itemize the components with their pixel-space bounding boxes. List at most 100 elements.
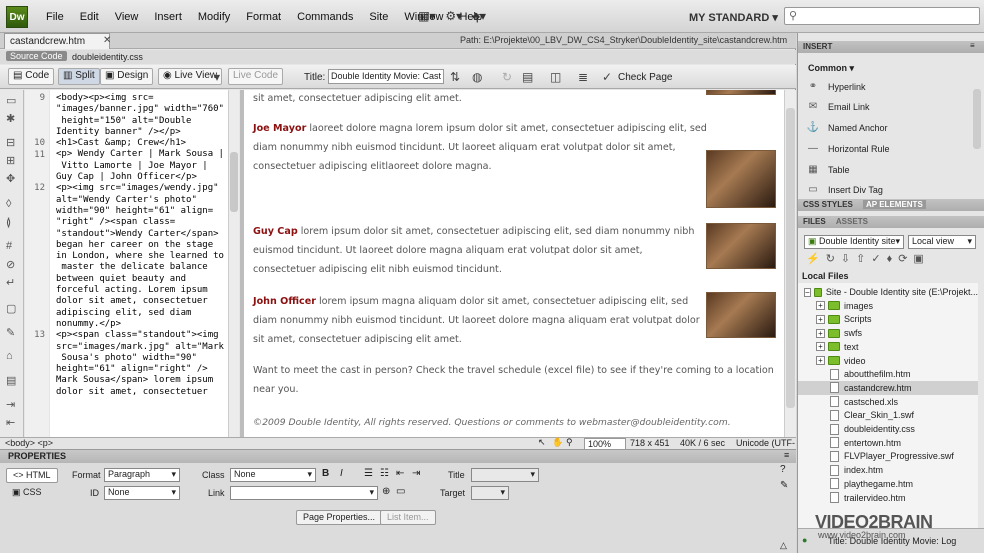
tree-file[interactable]: aboutthefilm.htm xyxy=(798,367,978,381)
code-line[interactable]: Identity banner" /></p> xyxy=(56,127,228,138)
collapse-icon[interactable]: − xyxy=(804,287,811,297)
class-select[interactable]: None xyxy=(230,468,316,482)
expand-icon[interactable]: + xyxy=(816,342,825,352)
outdent-icon[interactable]: ⇤ xyxy=(396,468,404,479)
insert-named-anchor[interactable]: ⚓ Named Anchor xyxy=(806,122,888,134)
indent-icon[interactable]: ⇥ xyxy=(412,468,420,479)
hand-tool-icon[interactable]: ✋ xyxy=(552,437,563,448)
code-line[interactable]: "standout">Wendy Carter</span> xyxy=(56,229,228,240)
code-line[interactable]: Guy Cap | John Officer</p> xyxy=(56,172,228,183)
line-numbers-icon[interactable]: # xyxy=(6,240,12,252)
design-scrollbar-thumb[interactable] xyxy=(786,108,795,408)
code-line[interactable]: dolor sit amet, consectetuer xyxy=(56,296,228,307)
code-line[interactable]: Mark Sousa</span> lorem ipsum xyxy=(56,375,228,386)
collapse-selection-icon[interactable]: ⊞ xyxy=(6,154,15,167)
insert-email-link[interactable]: ✉ Email Link xyxy=(806,101,870,113)
code-line[interactable]: <p><span class="standout"><img xyxy=(56,330,228,341)
tag-selector[interactable]: <body> <p> xyxy=(5,438,53,448)
code-line[interactable]: between quiet beauty and xyxy=(56,274,228,285)
tab-ap-elements[interactable]: AP ELEMENTS xyxy=(863,200,926,209)
code-line[interactable]: alt="Wendy Carter's photo" xyxy=(56,195,228,206)
format-source-icon[interactable]: ⇤ xyxy=(6,416,15,429)
expand-all-icon[interactable]: ✥ xyxy=(6,172,15,185)
code-line[interactable]: <body><p><img src= xyxy=(56,93,228,104)
code-line[interactable]: master the delicate balance xyxy=(56,262,228,273)
code-line[interactable]: in London, where she learned to xyxy=(56,251,228,262)
panel-menu-icon[interactable]: ≡ xyxy=(970,41,975,50)
remove-comment-icon[interactable]: ✎ xyxy=(6,326,15,339)
list-item-button[interactable]: List Item... xyxy=(380,510,436,525)
tab-assets[interactable]: ASSETS xyxy=(836,217,868,226)
menu-view[interactable]: View xyxy=(107,11,147,23)
insert-scrollbar[interactable] xyxy=(973,89,981,149)
expand-icon[interactable]: + xyxy=(816,314,825,324)
target-select[interactable] xyxy=(471,486,509,500)
code-line[interactable]: src="images/mark.jpg" alt="Mark xyxy=(56,342,228,353)
tab-css-styles[interactable]: CSS STYLES xyxy=(803,200,853,209)
properties-header[interactable]: PROPERTIES xyxy=(0,450,796,463)
menu-format[interactable]: Format xyxy=(238,11,289,23)
check-in-icon[interactable]: ♦ xyxy=(887,253,899,265)
tab-files[interactable]: FILES xyxy=(803,217,826,226)
insert-category-select[interactable]: Common ▾ xyxy=(808,63,854,74)
design-view[interactable]: sit amet, consectetuer adipiscing elit a… xyxy=(244,90,784,437)
site-select[interactable]: ▣ Double Identity site xyxy=(804,235,904,249)
browse-folder-icon[interactable]: ▭ xyxy=(396,486,405,497)
code-line[interactable]: "right" /><span class= xyxy=(56,217,228,228)
related-file-link[interactable]: doubleidentity.css xyxy=(72,52,143,62)
insert-hyperlink[interactable]: ⚭ Hyperlink xyxy=(806,81,866,93)
wrap-tag-icon[interactable]: ⌂ xyxy=(6,350,13,362)
tree-file[interactable]: index.htm xyxy=(798,463,978,477)
tab-castandcrew[interactable]: castandcrew.htm ✕ xyxy=(4,33,111,49)
code-line[interactable]: dolor sit amet, consectetuer xyxy=(56,387,228,398)
layout-icon[interactable]: ▦▾ xyxy=(418,9,435,23)
preview-browser-icon[interactable]: ◍ xyxy=(472,70,482,84)
menu-site[interactable]: Site xyxy=(361,11,396,23)
menu-commands[interactable]: Commands xyxy=(289,11,361,23)
tree-folder[interactable]: + Scripts xyxy=(798,312,978,326)
zoom-tool-icon[interactable]: ⚲ xyxy=(566,437,573,448)
id-select[interactable]: None xyxy=(104,486,180,500)
design-scrollbar[interactable] xyxy=(784,90,796,437)
code-scrollbar-thumb[interactable] xyxy=(230,152,238,212)
extend-gear-icon[interactable]: ⚙▾ xyxy=(445,9,462,23)
check-out-icon[interactable]: ✓ xyxy=(871,253,886,265)
site-icon[interactable]: ♣▾ xyxy=(472,9,486,23)
code-line[interactable]: height="150" alt="Double xyxy=(56,116,228,127)
balance-braces-icon[interactable]: ≬ xyxy=(6,216,11,229)
word-wrap-icon[interactable]: ↵ xyxy=(6,276,15,289)
visual-aids-icon[interactable]: ◫ xyxy=(550,70,561,84)
code-line[interactable]: adipiscing elit, sed diam xyxy=(56,308,228,319)
live-view-button[interactable]: ◉ Live View xyxy=(158,68,223,85)
expand-icon[interactable]: + xyxy=(816,328,825,338)
check-page-icon[interactable]: ✓ xyxy=(602,70,612,84)
tree-file[interactable]: entertown.htm xyxy=(798,436,978,450)
bold-button[interactable]: B xyxy=(322,468,329,479)
close-icon[interactable]: ✕ xyxy=(103,35,111,46)
tree-file[interactable]: FLVPlayer_Progressive.swf xyxy=(798,449,978,463)
cast-photo-guy-cap[interactable] xyxy=(706,223,776,269)
highlight-invalid-icon[interactable]: ⊘ xyxy=(6,258,15,271)
connect-icon[interactable]: ⚡ xyxy=(806,253,826,265)
tree-file[interactable]: playthegame.htm xyxy=(798,477,978,491)
quick-tag-icon[interactable]: ✎ xyxy=(780,480,788,491)
expand-icon[interactable]: + xyxy=(816,301,825,311)
file-management-icon[interactable]: ⇅ xyxy=(450,70,460,84)
recent-snippets-icon[interactable]: ▤ xyxy=(6,374,16,387)
tree-site-root[interactable]: − Site - Double Identity site (E:\Projekt… xyxy=(798,285,978,299)
ordered-list-icon[interactable]: ☷ xyxy=(380,468,389,479)
code-line[interactable]: <p><img src="images/wendy.jpg" xyxy=(56,183,228,194)
code-line[interactable]: nonummy.</p> xyxy=(56,319,228,330)
tree-file[interactable]: castsched.xls xyxy=(798,395,978,409)
workspace-switcher[interactable]: MY STANDARD ▾ xyxy=(689,11,778,24)
html-mode-button[interactable]: <> HTML xyxy=(6,468,58,483)
source-code-button[interactable]: Source Code xyxy=(6,51,67,61)
tree-folder[interactable]: + swfs xyxy=(798,326,978,340)
select-parent-tag-icon[interactable]: ◊ xyxy=(6,198,11,210)
code-line[interactable]: height="61" align="right" /> xyxy=(56,364,228,375)
validate-icon[interactable]: ≣ xyxy=(578,70,588,84)
sync-icon[interactable]: ⟳ xyxy=(898,253,913,265)
css-mode-button[interactable]: ▣ CSS xyxy=(12,487,42,498)
panel-menu-icon[interactable]: ≡ xyxy=(784,450,789,460)
code-scrollbar[interactable] xyxy=(228,90,239,437)
